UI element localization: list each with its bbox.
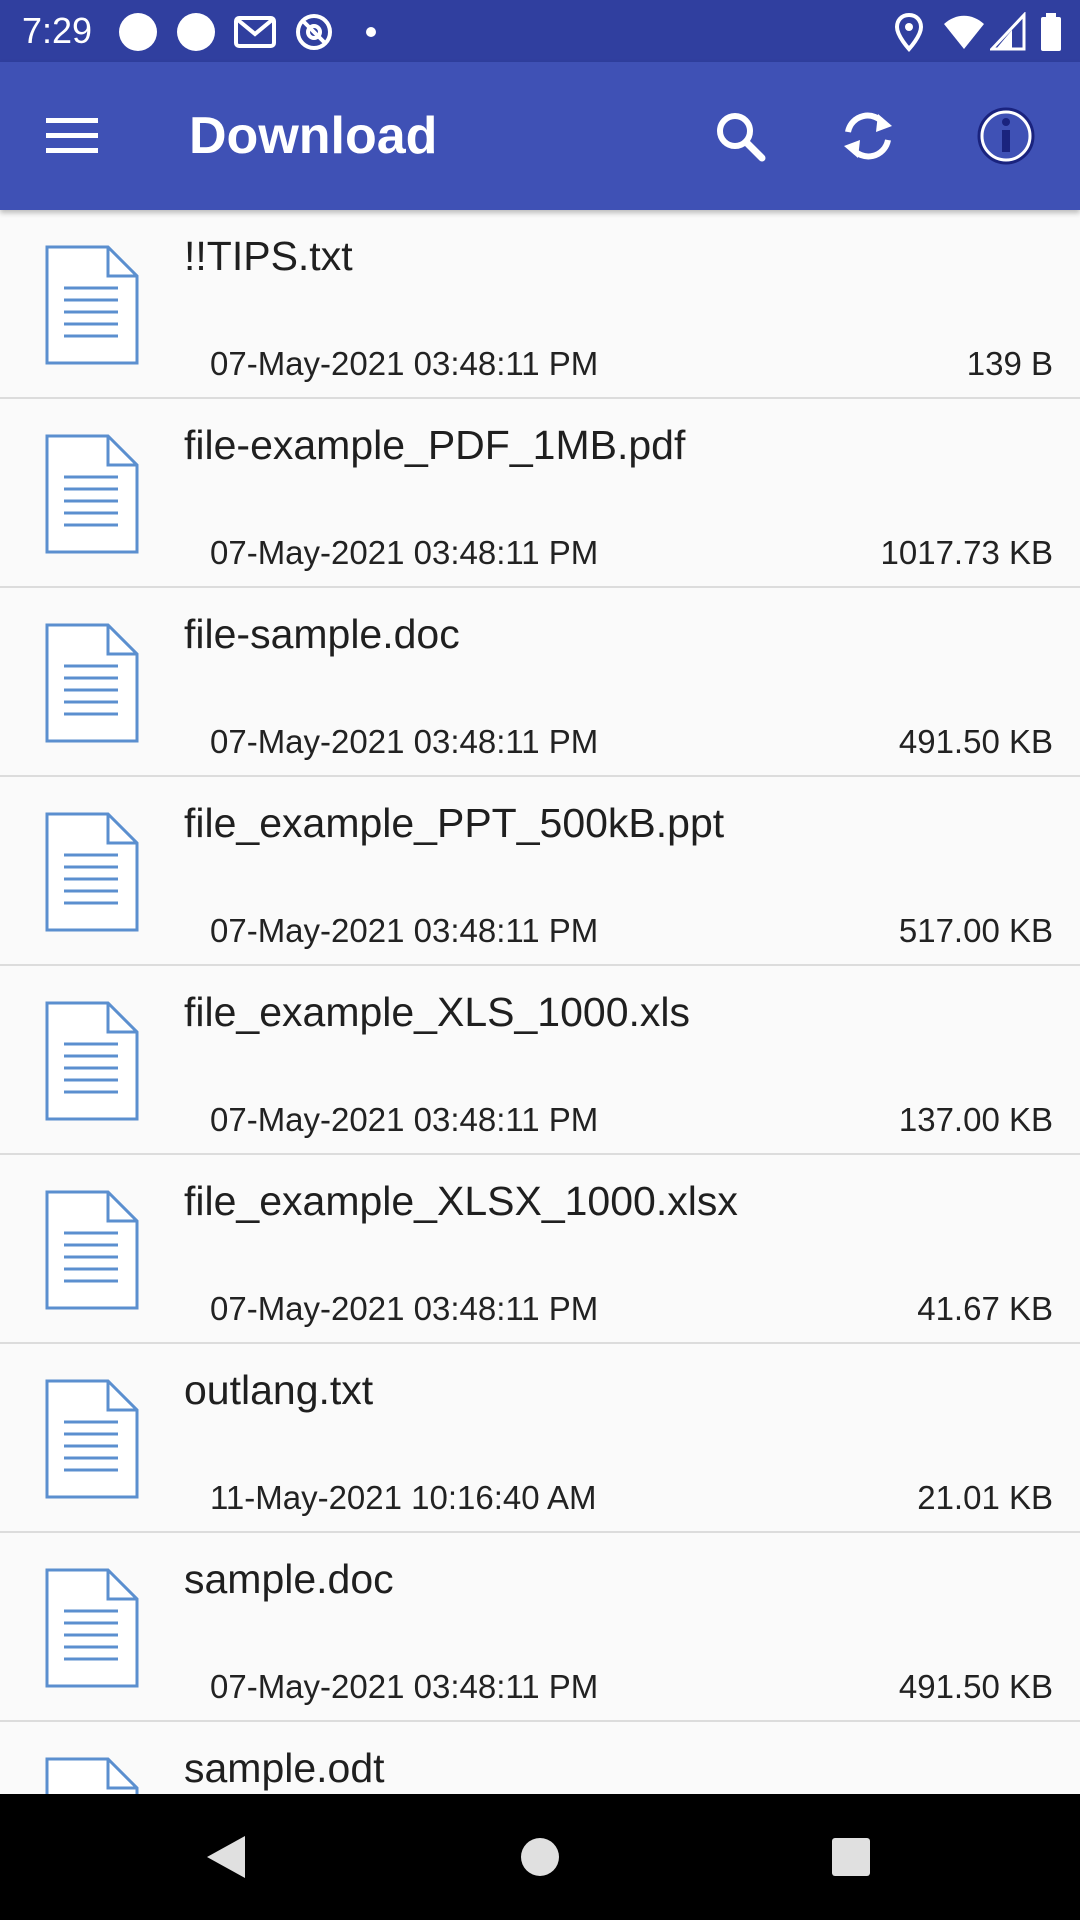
refresh-icon bbox=[844, 112, 892, 160]
file-name: sample.odt bbox=[184, 1745, 385, 1791]
document-icon bbox=[45, 1190, 139, 1310]
file-list-item[interactable]: sample.odt bbox=[0, 1722, 1080, 1794]
document-icon bbox=[45, 1568, 139, 1688]
page-title: Download bbox=[189, 107, 438, 165]
status-time: 7:29 bbox=[22, 10, 93, 51]
circle-notification-icon bbox=[119, 13, 157, 51]
file-name: !!TIPS.txt bbox=[184, 233, 353, 279]
gmail-icon bbox=[234, 16, 276, 48]
file-name: file_example_PPT_500kB.ppt bbox=[184, 800, 725, 846]
app-bar: Download bbox=[0, 62, 1080, 210]
file-date: 11-May-2021 10:16:40 AM bbox=[210, 1479, 597, 1516]
recents-button[interactable] bbox=[811, 1817, 891, 1897]
battery-icon bbox=[1041, 13, 1061, 51]
circle-notification-icon bbox=[177, 13, 215, 51]
file-list-item[interactable]: sample.doc 07-May-2021 03:48:11 PM 491.50 … bbox=[0, 1533, 1080, 1722]
file-name: file_example_XLS_1000.xls bbox=[184, 989, 690, 1035]
file-list-item[interactable]: file-sample.doc 07-May-2021 03:48:11 PM 49… bbox=[0, 588, 1080, 777]
document-icon bbox=[45, 245, 139, 365]
file-size: 137.00 KB bbox=[898, 1101, 1053, 1138]
back-button[interactable] bbox=[186, 1817, 266, 1897]
home-icon bbox=[521, 1838, 559, 1876]
file-size: 139 B bbox=[966, 345, 1053, 382]
status-system-icons bbox=[894, 12, 1064, 52]
home-button[interactable] bbox=[500, 1817, 580, 1897]
document-icon bbox=[45, 812, 139, 932]
signal-icon bbox=[990, 12, 1026, 51]
file-list-item[interactable]: outlang.txt 11-May-2021 10:16:40 AM 21.01 … bbox=[0, 1344, 1080, 1533]
file-name: file-example_PDF_1MB.pdf bbox=[184, 422, 686, 468]
file-name: sample.doc bbox=[184, 1556, 394, 1602]
wifi-icon bbox=[944, 15, 984, 49]
file-date: 07-May-2021 03:48:11 PM bbox=[210, 723, 599, 760]
info-icon bbox=[977, 107, 1035, 165]
file-size: 1017.73 KB bbox=[880, 534, 1053, 571]
document-icon bbox=[45, 434, 139, 554]
search-button[interactable] bbox=[696, 92, 784, 180]
file-list-item[interactable]: !!TIPS.txt 07-May-2021 03:48:11 PM 139 B bbox=[0, 210, 1080, 399]
menu-icon bbox=[46, 118, 98, 153]
refresh-button[interactable] bbox=[824, 92, 912, 180]
file-size: 21.01 KB bbox=[917, 1479, 1053, 1516]
file-date: 07-May-2021 03:48:11 PM bbox=[210, 1668, 599, 1705]
document-icon bbox=[45, 1379, 139, 1499]
file-list-item[interactable]: file-example_PDF_1MB.pdf 07-May-2021 03:4… bbox=[0, 399, 1080, 588]
at-sign-icon bbox=[296, 14, 332, 50]
file-list[interactable]: !!TIPS.txt 07-May-2021 03:48:11 PM 139 B fi… bbox=[0, 210, 1080, 1794]
file-size: 41.67 KB bbox=[917, 1290, 1053, 1327]
file-name: outlang.txt bbox=[184, 1367, 374, 1413]
file-size: 491.50 KB bbox=[898, 723, 1053, 760]
document-icon bbox=[45, 1001, 139, 1121]
file-list-item[interactable]: file_example_XLS_1000.xls 07-May-2021 03:… bbox=[0, 966, 1080, 1155]
back-icon bbox=[207, 1836, 245, 1878]
document-icon bbox=[45, 623, 139, 743]
file-date: 07-May-2021 03:48:11 PM bbox=[210, 345, 599, 382]
file-size: 491.50 KB bbox=[898, 1668, 1053, 1705]
document-icon bbox=[45, 1757, 139, 1794]
location-icon bbox=[894, 12, 924, 52]
file-list-item[interactable]: file_example_XLSX_1000.xlsx 07-May-2021 0… bbox=[0, 1155, 1080, 1344]
search-icon bbox=[717, 113, 766, 162]
status-bar: 7:29 bbox=[0, 0, 1080, 62]
file-date: 07-May-2021 03:48:11 PM bbox=[210, 534, 599, 571]
file-date: 07-May-2021 03:48:11 PM bbox=[210, 912, 599, 949]
file-name: file_example_XLSX_1000.xlsx bbox=[184, 1178, 738, 1224]
file-list-item[interactable]: file_example_PPT_500kB.ppt 07-May-2021 03… bbox=[0, 777, 1080, 966]
recents-icon bbox=[832, 1838, 870, 1876]
navigation-bar bbox=[0, 1794, 1080, 1920]
file-date: 07-May-2021 03:48:11 PM bbox=[210, 1290, 599, 1327]
menu-button[interactable] bbox=[28, 92, 116, 180]
dot-icon bbox=[366, 27, 376, 37]
info-button[interactable] bbox=[962, 92, 1050, 180]
file-size: 517.00 KB bbox=[898, 912, 1053, 949]
file-date: 07-May-2021 03:48:11 PM bbox=[210, 1101, 599, 1138]
file-name: file-sample.doc bbox=[184, 611, 460, 657]
